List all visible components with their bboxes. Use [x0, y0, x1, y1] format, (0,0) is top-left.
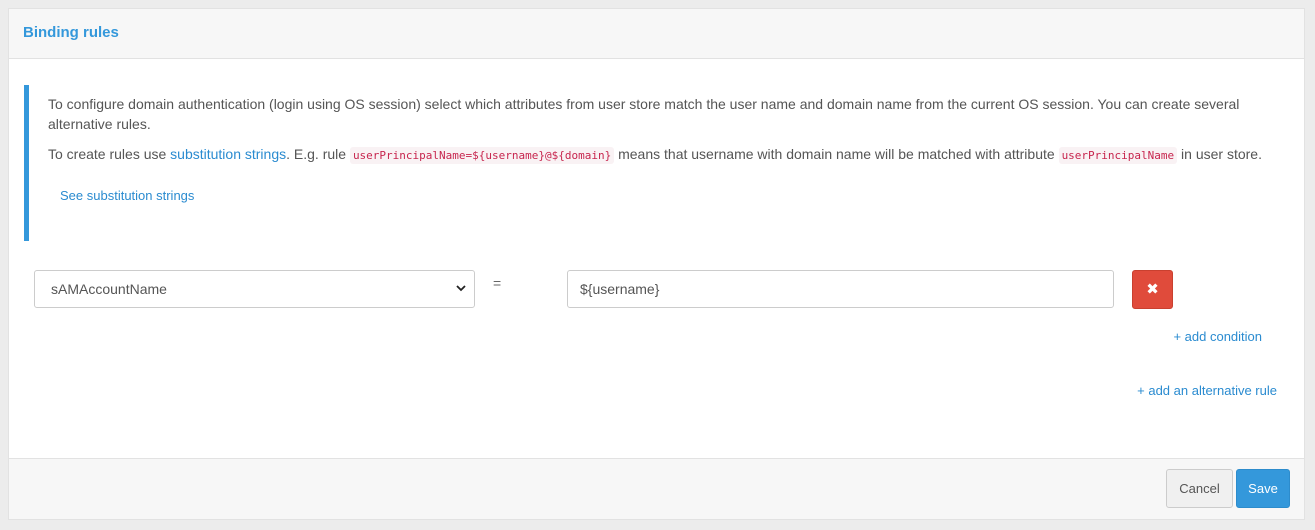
save-button[interactable]: Save — [1236, 469, 1290, 508]
see-substitution-strings-link[interactable]: See substitution strings — [60, 186, 194, 206]
attribute-select[interactable]: sAMAccountName — [34, 270, 475, 308]
substitution-strings-link[interactable]: substitution strings — [170, 146, 286, 162]
add-condition-link[interactable]: + add condition — [1173, 329, 1262, 344]
example-rule-code: userPrincipalName=${username}@${domain} — [349, 147, 615, 164]
attribute-select-value: sAMAccountName — [51, 281, 167, 297]
info-callout: To configure domain authentication (logi… — [24, 85, 1296, 241]
value-input[interactable]: ${username} — [567, 270, 1114, 308]
info-paragraph-1: To configure domain authentication (logi… — [48, 96, 1240, 132]
cancel-button[interactable]: Cancel — [1166, 469, 1233, 508]
info-text: means that username with domain name wil… — [614, 146, 1059, 162]
panel-footer: Cancel Save — [9, 458, 1304, 519]
equals-operator: = — [493, 275, 502, 291]
panel-title: Binding rules — [23, 24, 119, 41]
panel-header: Binding rules — [9, 9, 1304, 59]
info-text: To create rules use — [48, 146, 171, 162]
value-input-text: ${username} — [580, 281, 660, 297]
info-text: in user store. — [1177, 146, 1262, 162]
attribute-code: userPrincipalName — [1058, 147, 1178, 164]
info-paragraph-2: To create rules use substitution strings… — [48, 144, 1272, 166]
add-alternative-rule-link[interactable]: + add an alternative rule — [1137, 383, 1277, 398]
binding-rules-panel: Binding rules To configure domain authen… — [8, 8, 1305, 520]
chevron-down-icon — [455, 271, 467, 321]
times-icon: ✖ — [1146, 281, 1159, 298]
delete-condition-button[interactable]: ✖ — [1132, 270, 1173, 309]
info-text: . E.g. rule — [286, 146, 350, 162]
